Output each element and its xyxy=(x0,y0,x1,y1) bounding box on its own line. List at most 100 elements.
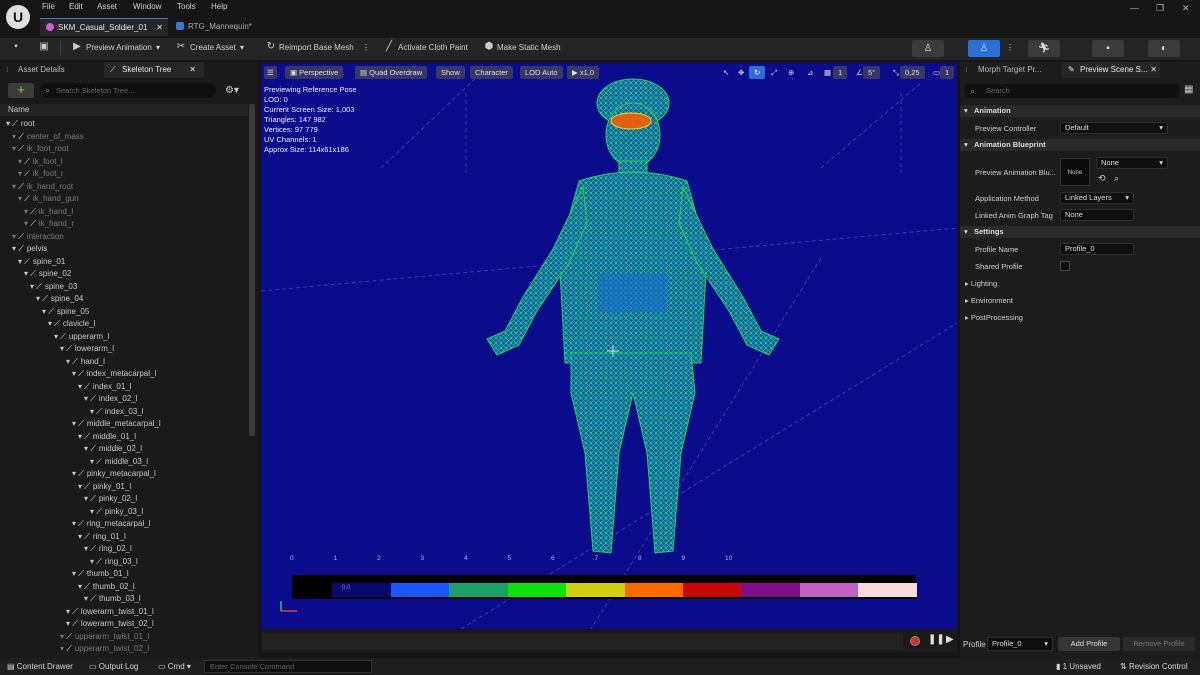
tree-row[interactable]: ▾ ⟋ ik_foot_root xyxy=(12,143,69,155)
tree-row[interactable]: ▾ ⟋ upperarm_twist_01_l xyxy=(60,631,149,643)
tree-row[interactable]: ▾ ⟋ ik_foot_r xyxy=(18,168,64,180)
perspective-button[interactable]: ▣ Perspective xyxy=(285,66,344,79)
preview-controller-select[interactable]: Default ▾ xyxy=(1060,122,1168,134)
close-icon[interactable]: ✕ xyxy=(156,19,163,37)
content-drawer-button[interactable]: ▤ Content Drawer xyxy=(7,662,73,671)
camera-speed-value[interactable]: 1 xyxy=(940,66,955,79)
viewport-menu-button[interactable]: ☰ xyxy=(264,66,277,79)
shared-profile-checkbox[interactable] xyxy=(1060,261,1070,271)
tab-morph-targets[interactable]: ⁝ Morph Target Pr... xyxy=(960,62,1058,78)
tree-row[interactable]: ▾ ⟋ index_03_l xyxy=(90,406,144,418)
anim-bp-select[interactable]: None ▾ xyxy=(1096,157,1168,169)
tree-row[interactable]: ▾ ⟋ center_of_mass xyxy=(12,131,84,143)
save-icon[interactable]: ▪ xyxy=(9,41,23,55)
cmd-selector[interactable]: ▭ Cmd ▾ xyxy=(158,662,191,671)
section-animation-blueprint[interactable]: ▾ Animation Blueprint xyxy=(960,139,1200,151)
revision-control-button[interactable]: ⇅ Revision Control xyxy=(1120,662,1188,671)
tree-row[interactable]: ▾ ⟋ upperarm_l xyxy=(54,331,109,343)
menu-file[interactable]: File xyxy=(42,2,55,11)
tab-preview-scene[interactable]: ✎ Preview Scene S... ✕ xyxy=(1062,62,1160,78)
linked-tag-input[interactable]: None xyxy=(1060,209,1134,221)
skeleton-search-input[interactable]: Search Skeleton Tree... xyxy=(40,83,216,98)
mesh-mode-button[interactable]: ♙ xyxy=(968,40,1000,57)
menu-edit[interactable]: Edit xyxy=(69,2,83,11)
tree-row[interactable]: ▾ ⟋ ring_01_l xyxy=(78,531,126,543)
translate-tool-icon[interactable]: ✥ xyxy=(733,66,749,79)
unreal-logo[interactable]: U xyxy=(6,5,30,29)
tree-row[interactable]: ▾ ⟋ upperarm_twist_02_l xyxy=(60,643,149,655)
scale-snap-value[interactable]: 0,25 xyxy=(900,66,925,79)
close-icon[interactable]: ✕ xyxy=(189,62,196,78)
blueprint-mode-button[interactable]: ▪ xyxy=(1092,40,1124,57)
more-options-icon[interactable]: ⋮ xyxy=(1006,43,1014,52)
tree-row[interactable]: ▾ ⟋ clavicle_l xyxy=(48,318,95,330)
menu-help[interactable]: Help xyxy=(211,2,227,11)
tree-row[interactable]: ▾ ⟋ lowerarm_twist_02_l xyxy=(66,618,154,630)
tree-row[interactable]: ▾ ⟋ pinky_metacarpal_l xyxy=(72,468,156,480)
character-button[interactable]: Character xyxy=(470,66,513,79)
output-log-button[interactable]: ▭ Output Log xyxy=(89,662,138,671)
animation-mode-button[interactable]: 🏃︎ xyxy=(1028,40,1060,57)
tree-row[interactable]: ▾ ⟋ spine_02 xyxy=(24,268,71,280)
use-selected-icon[interactable]: ⟲ xyxy=(1098,173,1106,184)
record-icon[interactable] xyxy=(910,636,920,646)
close-icon[interactable]: ✕ xyxy=(1150,62,1157,78)
tree-row[interactable]: ▾ ⟋ middle_02_l xyxy=(84,443,142,455)
unsaved-button[interactable]: ▮ 1 Unsaved xyxy=(1056,662,1101,671)
select-tool-icon[interactable]: ↖ xyxy=(718,66,734,79)
tree-row[interactable]: ▾ ⟋ pinky_01_l xyxy=(78,481,131,493)
scale-tool-icon[interactable]: ⤢ xyxy=(766,66,782,79)
surface-snap-icon[interactable]: ⊿ xyxy=(802,66,818,79)
timeline[interactable] xyxy=(263,633,903,649)
tree-row[interactable]: ▾ ⟋ index_02_l xyxy=(84,393,138,405)
viewport[interactable]: ☰ ▣ Perspective ▤ Quad Overdraw Show Cha… xyxy=(261,63,957,629)
tree-row[interactable]: ▾ ⟋ pinky_02_l xyxy=(84,493,137,505)
tree-row[interactable]: ▾ ⟋ thumb_02_l xyxy=(78,581,135,593)
tree-row[interactable]: ▾ ⟋ index_metacarpal_l xyxy=(72,368,156,380)
menu-asset[interactable]: Asset xyxy=(97,2,117,11)
tree-row[interactable]: ▾ ⟋ ring_03_l xyxy=(90,556,138,568)
environment-section[interactable]: ▸ Environment xyxy=(965,296,1013,305)
world-space-icon[interactable]: ⊕ xyxy=(783,66,799,79)
create-asset-button[interactable]: Create Asset xyxy=(190,43,236,52)
tree-row[interactable]: ▾ ⟋ lowerarm_l xyxy=(60,343,114,355)
tree-row[interactable]: ▾ ⟋ spine_01 xyxy=(18,256,65,268)
grid-size-value[interactable]: 1 xyxy=(833,66,848,79)
reimport-button[interactable]: Reimport Base Mesh xyxy=(279,43,354,52)
tree-row[interactable]: ▾ ⟋ middle_03_l xyxy=(90,456,148,468)
profile-select[interactable]: Profile_0 ▾ xyxy=(987,637,1053,651)
tree-row[interactable]: ▾ ⟋ ik_hand_l xyxy=(24,206,73,218)
play-rate-button[interactable]: ▶ x1,0 xyxy=(567,66,600,79)
tree-row[interactable]: ▾ ⟋ ik_foot_l xyxy=(18,156,63,168)
application-method-select[interactable]: Linked Layers ▾ xyxy=(1060,192,1134,204)
add-button[interactable]: + xyxy=(8,83,34,98)
activate-cloth-paint-button[interactable]: Activate Cloth Paint xyxy=(398,43,468,52)
view-mode-button[interactable]: ▤ Quad Overdraw xyxy=(355,66,428,79)
menu-window[interactable]: Window xyxy=(133,2,161,11)
more-options-icon[interactable]: ⋮ xyxy=(362,43,370,52)
console-input[interactable]: Enter Console Command xyxy=(204,660,372,673)
show-button[interactable]: Show xyxy=(436,66,465,79)
profile-name-input[interactable]: Profile_0 xyxy=(1060,243,1134,255)
tree-row[interactable]: ▾ ⟋ thumb_03_l xyxy=(84,593,141,605)
postprocessing-section[interactable]: ▸ PostProcessing xyxy=(965,313,1023,322)
tree-row[interactable]: ▾ ⟋ middle_01_l xyxy=(78,431,136,443)
tree-row[interactable]: ▾ ⟋ thumb_01_l xyxy=(72,568,129,580)
tree-row[interactable]: ▾ ⟋ root xyxy=(6,118,35,130)
tree-row[interactable]: ▾ ⟋ spine_03 xyxy=(30,281,77,293)
maximize-icon[interactable]: ❐ xyxy=(1156,3,1164,14)
tree-scrollbar[interactable] xyxy=(249,104,255,436)
rotate-tool-icon[interactable]: ↻ xyxy=(749,66,766,79)
minimize-icon[interactable]: — xyxy=(1130,3,1139,13)
name-column-header[interactable]: Name xyxy=(0,104,248,116)
step-forward-icon[interactable]: ▶ xyxy=(946,634,954,645)
tree-row[interactable]: ▾ ⟋ pelvis xyxy=(12,243,47,255)
tree-row[interactable]: ▾ ⟋ middle_metacarpal_l xyxy=(72,418,161,430)
tree-row[interactable]: ▾ ⟋ index_01_l xyxy=(78,381,132,393)
chevron-down-icon[interactable]: ▾ xyxy=(240,43,244,52)
tree-row[interactable]: ▾ ⟋ ik_hand_r xyxy=(24,218,74,230)
tab-asset-details[interactable]: ⁝ Asset Details xyxy=(0,62,100,78)
browse-icon[interactable]: ▣ xyxy=(37,41,51,55)
pause-icon[interactable]: ❚❚ xyxy=(928,634,945,645)
asset-thumbnail[interactable]: None xyxy=(1060,158,1090,186)
